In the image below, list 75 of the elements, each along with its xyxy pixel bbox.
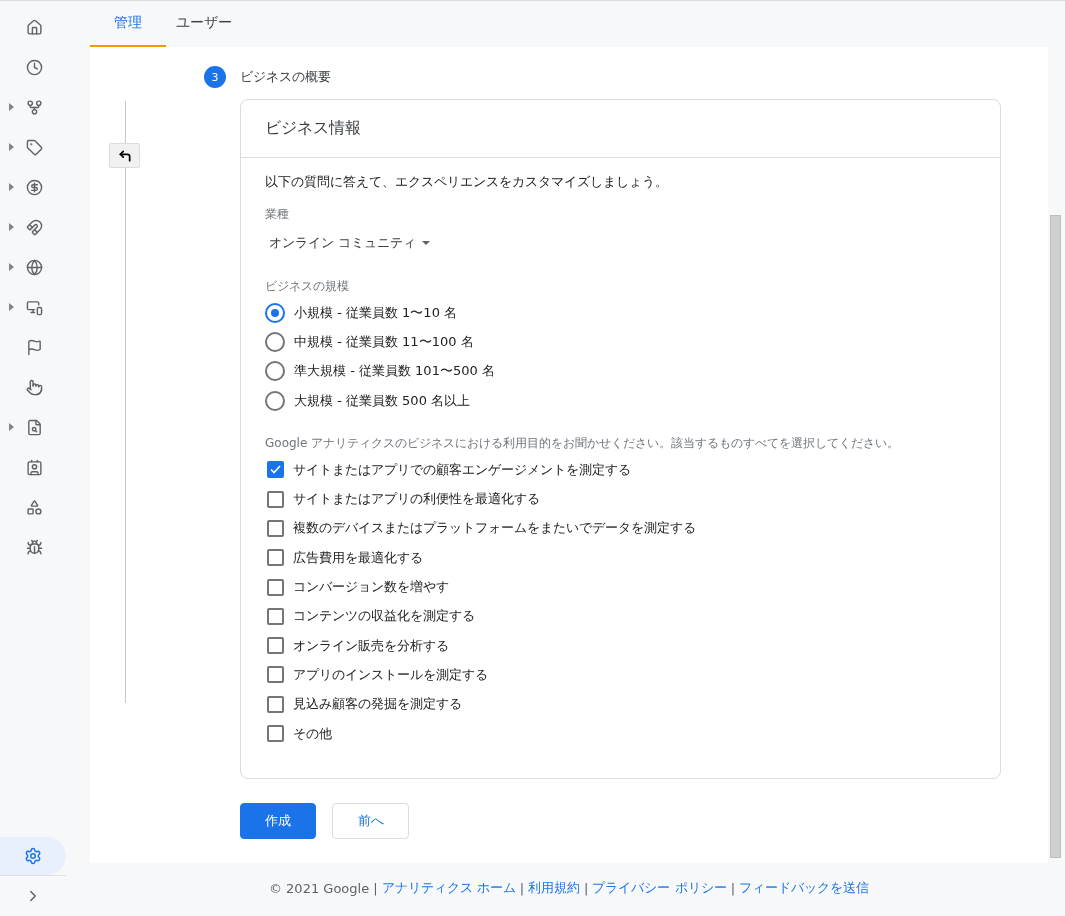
- scrollbar[interactable]: [1050, 215, 1061, 858]
- settings-icon[interactable]: [0, 837, 66, 875]
- checkbox-label: サイトまたはアプリでの顧客エンゲージメントを測定する: [293, 460, 631, 479]
- dropdown-caret-icon: [422, 241, 431, 245]
- checkbox[interactable]: [267, 519, 284, 537]
- footer-link[interactable]: 利用規約: [528, 879, 581, 897]
- step-number: 3: [204, 66, 226, 88]
- dollar-icon[interactable]: [25, 178, 43, 196]
- separator: |: [584, 880, 589, 896]
- tab[interactable]: ユーザー: [166, 1, 242, 47]
- caret-icon[interactable]: [9, 303, 14, 311]
- return-arrow-icon: [117, 148, 132, 163]
- checkmark-icon: [270, 465, 281, 475]
- checkbox[interactable]: [267, 549, 284, 567]
- flag-icon[interactable]: [25, 338, 43, 356]
- checkbox[interactable]: [267, 578, 284, 596]
- step-title: ビジネスの概要: [240, 68, 331, 86]
- footer-link[interactable]: プライバシー ポリシー: [592, 879, 727, 897]
- intro-text: 以下の質問に答えて、エクスペリエンスをカスタマイズしましょう。: [265, 173, 669, 191]
- checkbox-label: アプリのインストールを測定する: [293, 665, 488, 684]
- devices-icon[interactable]: [25, 298, 43, 316]
- checkbox-label: サイトまたはアプリの利便性を最適化する: [293, 490, 540, 509]
- checkbox-label: 複数のデバイスまたはプラットフォームをまたいでデータを測定する: [293, 519, 696, 538]
- checkbox-label: コンバージョン数を増やす: [293, 578, 449, 596]
- caret-icon[interactable]: [9, 183, 14, 191]
- checkbox[interactable]: [267, 695, 284, 713]
- checkbox[interactable]: [267, 607, 284, 625]
- checkbox[interactable]: [267, 637, 284, 655]
- branch-icon[interactable]: [25, 98, 43, 116]
- radio-label: 小規模 - 従業員数 1〜10 名: [294, 303, 458, 322]
- field-label: Google アナリティクスのビジネスにおける利用目的をお聞かせください。該当するものすべてを選択してください。: [265, 435, 901, 452]
- previous-button[interactable]: 前へ: [332, 803, 409, 839]
- home-icon[interactable]: [25, 18, 43, 36]
- clock-icon[interactable]: [25, 58, 43, 76]
- card-title: ビジネス情報: [265, 118, 361, 139]
- checkbox-label: 見込み顧客の発掘を測定する: [293, 695, 462, 714]
- radio-label: 準大規模 - 従業員数 101〜500 名: [294, 362, 495, 381]
- radio-button[interactable]: [265, 390, 285, 411]
- caret-icon[interactable]: [9, 423, 14, 431]
- caret-icon[interactable]: [9, 263, 14, 271]
- create-button[interactable]: 作成: [240, 803, 316, 839]
- magnet-icon[interactable]: [25, 218, 43, 236]
- radio-label: 中規模 - 従業員数 11〜100 名: [294, 332, 474, 351]
- shapes-icon[interactable]: [25, 498, 43, 516]
- globe-icon[interactable]: [25, 258, 43, 276]
- checkbox[interactable]: [267, 725, 284, 742]
- user-list-icon[interactable]: [25, 458, 43, 476]
- bug-icon[interactable]: [25, 538, 43, 556]
- radio-button[interactable]: [265, 302, 285, 323]
- checkbox[interactable]: [267, 666, 284, 684]
- hand-pointer-icon[interactable]: [25, 378, 43, 396]
- radio-button[interactable]: [265, 361, 285, 382]
- industry-dropdown[interactable]: オンライン コミュニティ: [269, 234, 431, 252]
- report-search-icon[interactable]: [25, 418, 43, 436]
- separator: |: [373, 880, 378, 896]
- field-label: 業種: [265, 206, 290, 222]
- checkbox-label: 広告費用を最適化する: [293, 548, 423, 567]
- radio-label: 大規模 - 従業員数 500 名以上: [294, 391, 471, 410]
- checkbox-label: その他: [293, 724, 332, 743]
- caret-icon[interactable]: [9, 103, 14, 111]
- copyright-text: © 2021 Google: [268, 880, 370, 896]
- footer-link[interactable]: アナリティクス ホーム: [381, 879, 516, 897]
- checkbox-label: コンテンツの収益化を測定する: [293, 607, 475, 626]
- checkbox[interactable]: [267, 490, 284, 508]
- separator: |: [730, 880, 735, 896]
- field-label: ビジネスの規模: [265, 278, 350, 294]
- radio-button[interactable]: [265, 331, 285, 352]
- caret-icon[interactable]: [9, 143, 14, 151]
- caret-icon[interactable]: [9, 223, 14, 231]
- checkbox[interactable]: [267, 461, 284, 479]
- separator: |: [519, 880, 525, 896]
- tag-icon[interactable]: [25, 138, 43, 156]
- back-button[interactable]: [109, 143, 140, 168]
- footer-link[interactable]: フィードバックを送信: [739, 879, 869, 897]
- checkbox-label: オンライン販売を分析する: [293, 636, 449, 655]
